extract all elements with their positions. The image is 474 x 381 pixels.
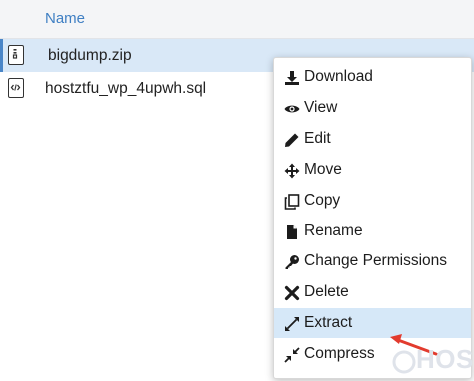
key-icon (285, 255, 299, 269)
file-icon (287, 225, 297, 239)
menu-label: Move (304, 161, 342, 178)
file-name: bigdump.zip (48, 47, 132, 64)
context-menu: Download View Edit Move Copy Rename Chan… (273, 57, 472, 379)
eye-icon (284, 105, 300, 113)
menu-label: Compress (304, 345, 375, 362)
pencil-icon (285, 133, 299, 147)
menu-label: Download (304, 68, 373, 85)
menu-item-rename[interactable]: Rename (274, 216, 471, 246)
menu-label: Rename (304, 222, 363, 239)
menu-item-download[interactable]: Download (274, 62, 471, 92)
menu-item-delete[interactable]: Delete (274, 277, 471, 307)
menu-label: Delete (304, 283, 349, 300)
menu-label: View (304, 99, 338, 116)
table-header: Name (0, 0, 474, 39)
menu-label: Extract (304, 314, 353, 331)
compress-icon (284, 347, 300, 363)
menu-item-edit[interactable]: Edit (274, 124, 471, 154)
zip-file-icon (8, 45, 24, 65)
code-file-icon (8, 78, 24, 98)
menu-label: Change Permissions (304, 252, 448, 269)
menu-item-view[interactable]: View (274, 93, 471, 123)
name-column-header[interactable]: Name (45, 10, 85, 27)
watermark-text: HOST (416, 344, 474, 374)
copy-icon (284, 194, 300, 210)
x-icon (284, 285, 300, 301)
menu-label: Copy (304, 192, 341, 209)
menu-item-extract[interactable]: Extract (274, 308, 471, 338)
expand-icon (285, 317, 299, 331)
menu-item-copy[interactable]: Copy (274, 186, 471, 216)
menu-label: Edit (304, 130, 331, 147)
menu-item-move[interactable]: Move (274, 155, 471, 185)
file-name: hostztfu_wp_4upwh.sql (45, 80, 207, 97)
menu-item-change-permissions[interactable]: Change Permissions (274, 246, 471, 276)
move-arrows-icon (284, 163, 300, 179)
download-icon (285, 71, 299, 85)
